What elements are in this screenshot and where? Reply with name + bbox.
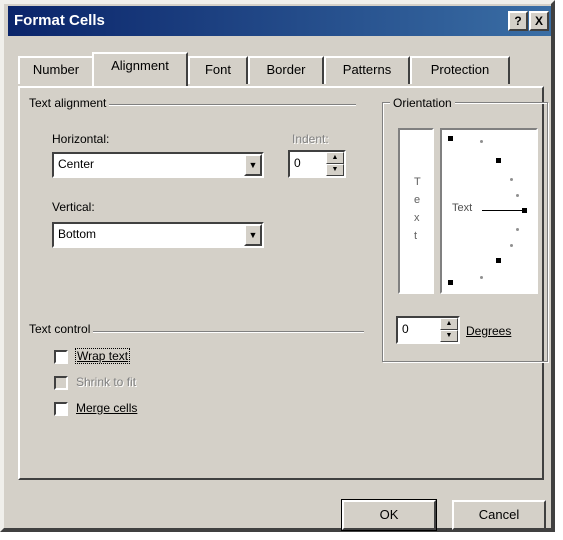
- merge-cells-checkbox[interactable]: [54, 402, 68, 416]
- chevron-down-icon: ▼: [248, 160, 258, 170]
- horizontal-select[interactable]: Center ▼: [52, 152, 264, 178]
- cancel-button[interactable]: Cancel: [452, 500, 546, 530]
- spin-down-icon[interactable]: ▼: [326, 164, 344, 176]
- dial-marker: [448, 136, 453, 141]
- title-bar: Format Cells ? X: [8, 6, 551, 36]
- dial-marker-active: [522, 208, 527, 213]
- indent-label: Indent:: [292, 132, 329, 146]
- dial-marker: [496, 158, 501, 163]
- tab-protection[interactable]: Protection: [410, 56, 510, 84]
- vertical-text-char: t: [414, 230, 418, 242]
- vertical-label: Vertical:: [52, 200, 95, 214]
- dial-tick: [480, 276, 483, 279]
- spin-down-icon[interactable]: ▼: [440, 330, 458, 342]
- orientation-needle: [482, 210, 522, 211]
- text-alignment-label: Text alignment: [26, 96, 110, 110]
- dial-marker: [448, 280, 453, 285]
- vertical-text-char: T: [414, 176, 421, 188]
- degrees-value: 0: [402, 322, 409, 336]
- dial-tick: [516, 228, 519, 231]
- tab-border[interactable]: Border: [248, 56, 324, 84]
- degrees-spinner[interactable]: 0 ▲ ▼: [396, 316, 460, 344]
- dial-marker: [496, 258, 501, 263]
- wrap-text-label[interactable]: Wrap text: [74, 348, 131, 364]
- dial-tick: [510, 178, 513, 181]
- vertical-dropdown-button[interactable]: ▼: [244, 224, 262, 246]
- tab-font[interactable]: Font: [188, 56, 248, 84]
- format-cells-dialog: Format Cells ? X Number Alignment Font B…: [0, 0, 555, 532]
- vertical-text-char: e: [414, 194, 421, 206]
- indent-value: 0: [294, 156, 301, 170]
- dialog-title: Format Cells: [14, 12, 105, 29]
- spin-up-icon[interactable]: ▲: [440, 318, 458, 330]
- horizontal-label: Horizontal:: [52, 132, 110, 146]
- horizontal-dropdown-button[interactable]: ▼: [244, 154, 262, 176]
- vertical-select[interactable]: Bottom ▼: [52, 222, 264, 248]
- degrees-label: Degrees: [466, 324, 512, 338]
- dial-tick: [510, 244, 513, 247]
- spin-up-icon[interactable]: ▲: [326, 152, 344, 164]
- dial-tick: [516, 194, 519, 197]
- help-button[interactable]: ?: [508, 11, 528, 31]
- orientation-label: Orientation: [390, 96, 455, 110]
- shrink-to-fit-checkbox[interactable]: [54, 376, 68, 390]
- vertical-text-char: x: [414, 212, 420, 224]
- tab-patterns[interactable]: Patterns: [324, 56, 410, 84]
- chevron-down-icon: ▼: [248, 230, 258, 240]
- indent-spinner[interactable]: 0 ▲ ▼: [288, 150, 346, 178]
- tab-number[interactable]: Number: [18, 56, 94, 84]
- orientation-text: Text: [452, 202, 473, 214]
- degrees-spin-buttons: ▲ ▼: [440, 318, 458, 342]
- ok-button[interactable]: OK: [341, 499, 437, 531]
- wrap-text-checkbox[interactable]: [54, 350, 68, 364]
- merge-cells-label[interactable]: Merge cells: [76, 401, 137, 415]
- orientation-dial[interactable]: Text: [440, 128, 538, 294]
- indent-spin-buttons: ▲ ▼: [326, 152, 344, 176]
- vertical-value: Bottom: [58, 227, 97, 241]
- close-button[interactable]: X: [529, 11, 549, 31]
- tab-alignment[interactable]: Alignment: [92, 52, 188, 86]
- text-control-label: Text control: [26, 322, 94, 336]
- dial-tick: [480, 140, 483, 143]
- shrink-to-fit-label: Shrink to fit: [76, 375, 137, 389]
- vertical-text-box[interactable]: T e x t: [398, 128, 434, 294]
- horizontal-value: Center: [58, 157, 95, 171]
